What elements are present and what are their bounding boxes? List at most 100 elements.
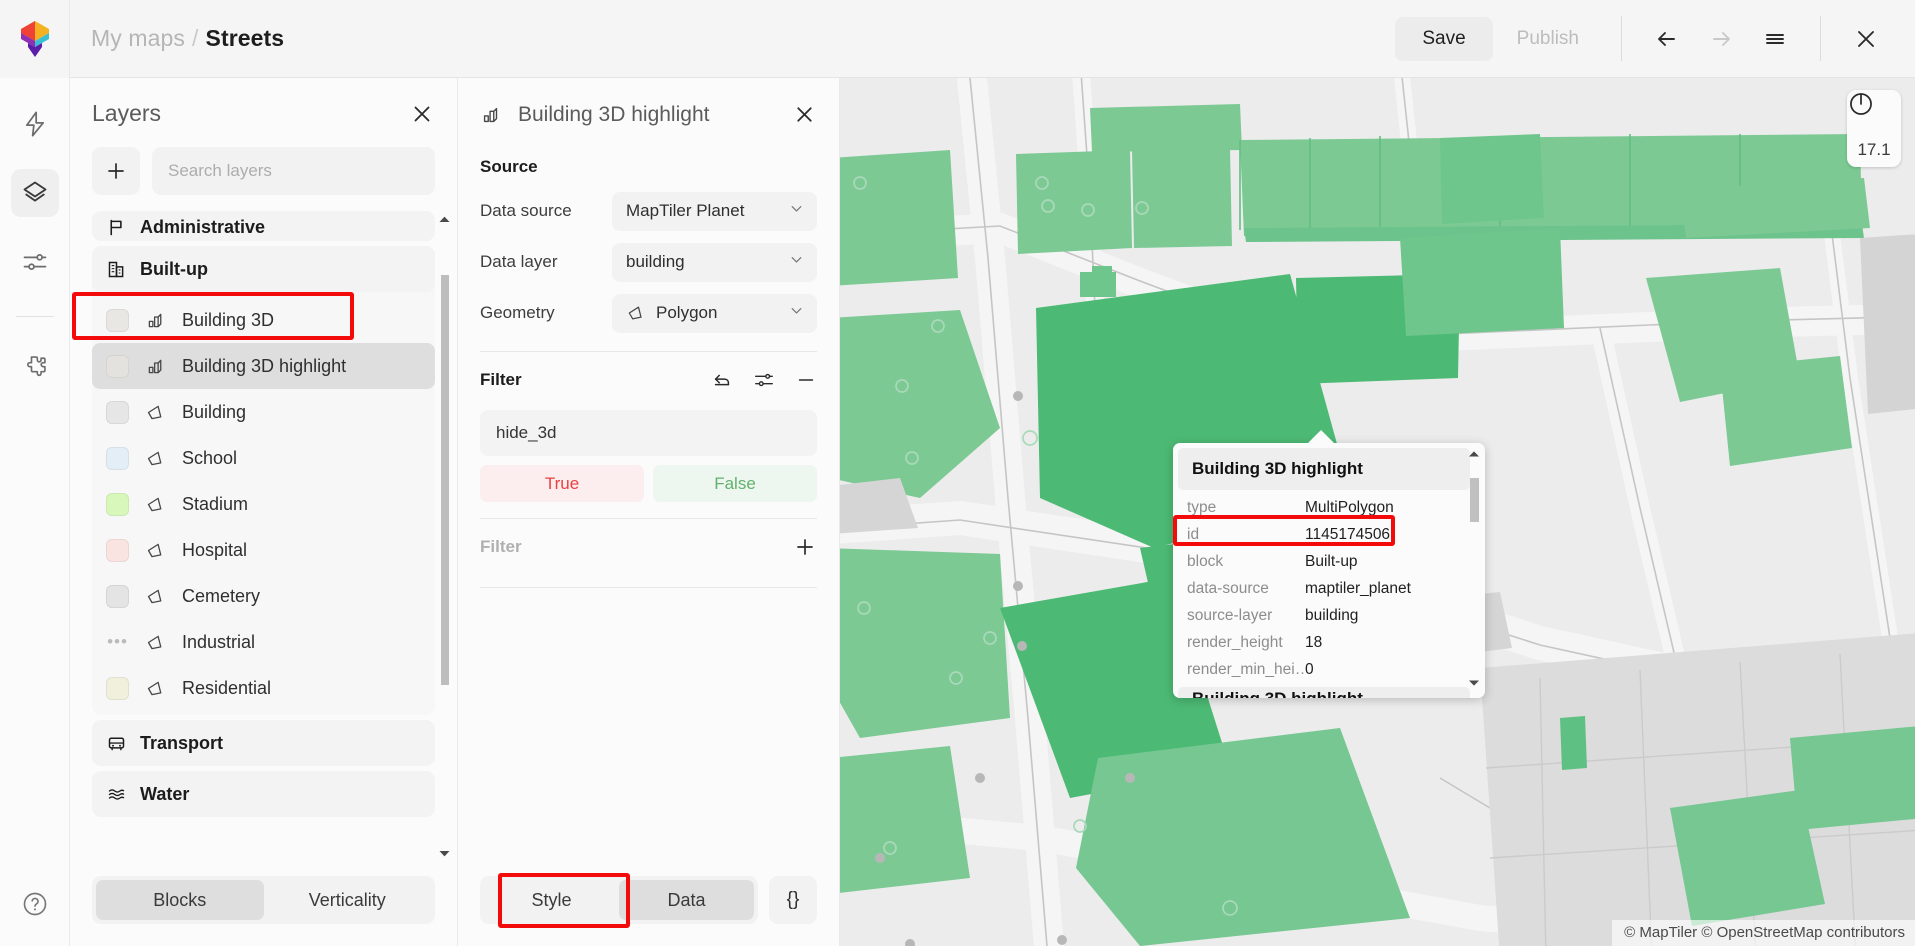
search-layers-input[interactable] [152, 147, 435, 195]
arrow-left-icon [1652, 24, 1682, 54]
publish-button[interactable]: Publish [1493, 17, 1603, 61]
layer-color-swatch[interactable] [106, 355, 129, 378]
breadcrumb-parent[interactable]: My maps [91, 25, 185, 52]
tab-style[interactable]: Style [484, 880, 619, 920]
data-layer-select[interactable]: building [612, 243, 817, 282]
breadcrumb: My maps / Streets [91, 25, 284, 52]
scroll-up-arrow[interactable] [438, 213, 451, 226]
layer-color-swatch[interactable] [106, 585, 129, 608]
layer-row-building-3d[interactable]: Building 3D [92, 297, 435, 343]
map-canvas[interactable]: 17.1 Building 3D highlight type MultiPol… [840, 78, 1915, 946]
polygon-icon [145, 448, 166, 469]
popup-scroll-up-arrow[interactable] [1468, 450, 1480, 462]
puzzle-icon [21, 353, 49, 381]
back-button[interactable] [1640, 12, 1694, 66]
tab-verticality[interactable]: Verticality [264, 880, 432, 920]
breadcrumb-current: Streets [206, 25, 285, 52]
layer-properties-panel: Building 3D highlight Source Data source… [458, 78, 840, 946]
popup-row-render-height: render_height 18 [1187, 629, 1471, 656]
minus-icon[interactable] [795, 369, 817, 391]
layer-group-label: Administrative [140, 217, 265, 238]
compass-dial-icon[interactable] [1847, 90, 1901, 138]
undo-icon[interactable] [711, 369, 733, 391]
layer-row-label: School [182, 448, 237, 469]
rail-item-settings[interactable] [11, 238, 59, 286]
map-zoom-widget[interactable]: 17.1 [1847, 90, 1901, 167]
popup-key: data-source [1187, 580, 1305, 598]
layer-group-label: Transport [140, 733, 223, 754]
layer-row-building-3d-highlight[interactable]: Building 3D highlight [92, 343, 435, 389]
layer-row-residential[interactable]: Residential [92, 665, 435, 711]
layer-row-label: Residential [182, 678, 271, 699]
layer-color-swatch[interactable]: ••• [106, 631, 129, 654]
add-filter-button[interactable] [793, 535, 817, 559]
app-logo[interactable] [0, 0, 70, 78]
filter-false-button[interactable]: False [653, 465, 817, 502]
layer-group-built-up[interactable]: Built-up [92, 246, 435, 292]
layer-color-swatch[interactable] [106, 677, 129, 700]
feature-popup[interactable]: Building 3D highlight type MultiPolygon … [1173, 443, 1485, 698]
layers-scrollbar[interactable] [438, 211, 451, 862]
polygon-icon [145, 494, 166, 515]
section-divider-2 [480, 518, 817, 519]
help-button[interactable] [11, 880, 59, 928]
layer-group-administrative[interactable]: Administrative [92, 211, 435, 241]
layer-color-swatch[interactable] [106, 309, 129, 332]
layer-row-cemetery[interactable]: Cemetery [92, 573, 435, 619]
rail-item-layers[interactable] [11, 169, 59, 217]
sliders-icon[interactable] [753, 369, 775, 391]
tab-data[interactable]: Data [619, 880, 754, 920]
layers-close-button[interactable] [409, 101, 435, 127]
popup-scroll-down-arrow[interactable] [1468, 679, 1480, 691]
add-layer-button[interactable] [92, 147, 140, 195]
layer-color-swatch[interactable] [106, 401, 129, 424]
properties-close-button[interactable] [792, 102, 817, 127]
polygon-icon [626, 303, 646, 323]
filter-true-button[interactable]: True [480, 465, 644, 502]
popup-key: source-layer [1187, 607, 1305, 625]
map-attribution[interactable]: © MapTiler © OpenStreetMap contributors [1612, 920, 1915, 946]
bar3d-icon [480, 104, 502, 126]
close-icon [1851, 24, 1881, 54]
layer-color-swatch[interactable] [106, 447, 129, 470]
popup-next-section-title: Building 3D highlight [1178, 687, 1470, 698]
scroll-down-arrow[interactable] [438, 847, 451, 860]
bar3d-icon [145, 356, 166, 377]
menu-button[interactable] [1748, 12, 1802, 66]
data-source-select[interactable]: MapTiler Planet [612, 192, 817, 231]
filter-bool-toggle: True False [480, 465, 817, 502]
json-code-button[interactable]: {} [769, 876, 817, 924]
popup-scrollbar[interactable] [1468, 448, 1480, 693]
polygon-icon [145, 632, 166, 653]
geometry-select[interactable]: Polygon [612, 294, 817, 333]
layer-row-industrial[interactable]: ••• Industrial [92, 619, 435, 665]
arrow-right-icon [1706, 24, 1736, 54]
layer-group-transport[interactable]: Transport [92, 720, 435, 766]
layer-row-hospital[interactable]: Hospital [92, 527, 435, 573]
layer-row-building[interactable]: Building [92, 389, 435, 435]
rail-item-plugins[interactable] [11, 343, 59, 391]
popup-scrollbar-thumb[interactable] [1470, 478, 1479, 522]
scrollbar-thumb[interactable] [441, 275, 449, 685]
layer-row-label: Stadium [182, 494, 248, 515]
layer-color-swatch[interactable] [106, 539, 129, 562]
chevron-down-icon [438, 849, 451, 858]
filter-field-input[interactable]: hide_3d [480, 410, 817, 456]
bus-icon [106, 733, 127, 754]
popup-row-source-layer: source-layer building [1187, 602, 1471, 629]
close-editor-button[interactable] [1839, 12, 1893, 66]
maptiler-logo-icon [18, 19, 52, 59]
layer-group-water[interactable]: Water [92, 771, 435, 817]
layer-color-swatch[interactable] [106, 493, 129, 516]
rail-item-quickstyle[interactable] [11, 100, 59, 148]
save-button[interactable]: Save [1395, 17, 1492, 61]
layer-row-label: Building 3D highlight [182, 356, 346, 377]
layer-row-stadium[interactable]: Stadium [92, 481, 435, 527]
tab-blocks[interactable]: Blocks [96, 880, 264, 920]
layer-row-school[interactable]: School [92, 435, 435, 481]
select-value: building [626, 252, 778, 272]
popup-value: maptiler_planet [1305, 580, 1411, 598]
forward-button[interactable] [1694, 12, 1748, 66]
layers-list[interactable]: Administrative Built-up [70, 211, 457, 862]
layer-row-label: Building 3D [182, 310, 274, 331]
